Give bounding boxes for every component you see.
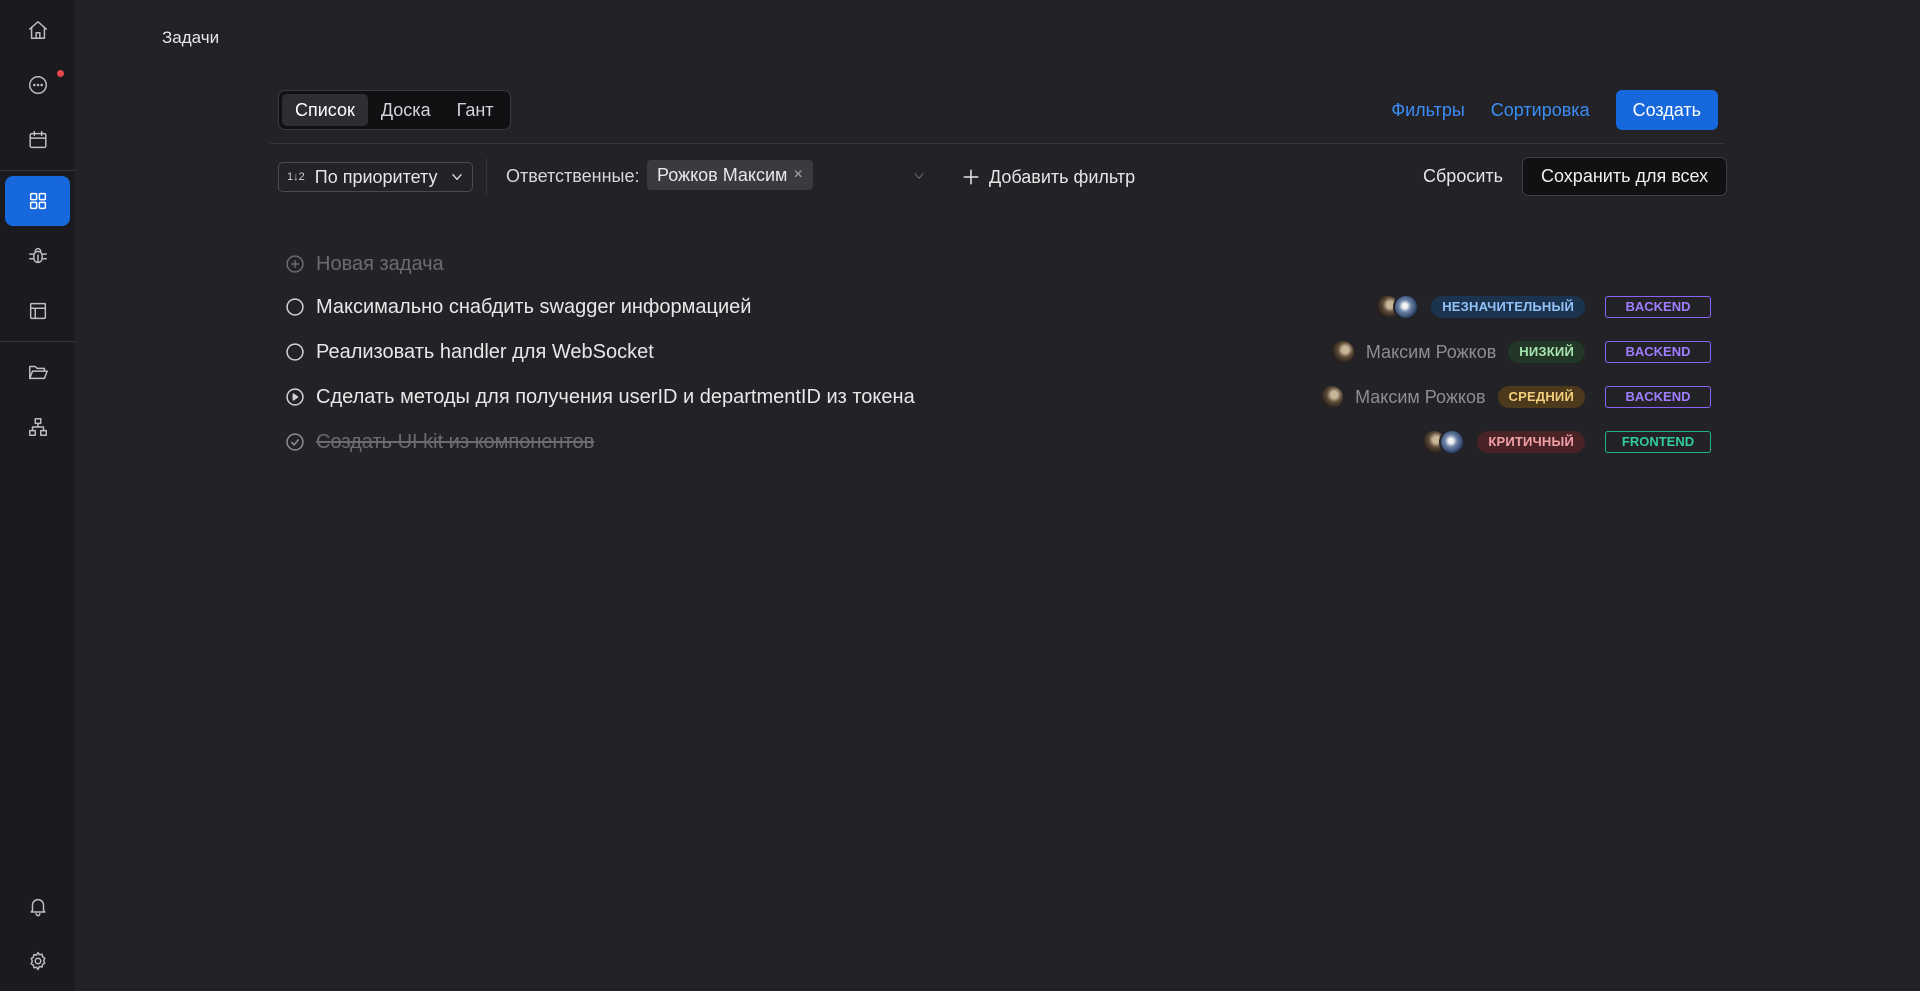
assignee-avatars <box>1329 339 1356 365</box>
sidebar-item-home[interactable] <box>5 5 70 55</box>
avatar <box>1329 339 1356 365</box>
close-icon[interactable]: × <box>793 160 802 190</box>
assignee-avatars <box>1375 294 1420 320</box>
play-circle-icon[interactable] <box>285 387 305 407</box>
chevron-down-icon[interactable] <box>912 169 926 183</box>
label-badge: FRONTEND <box>1605 431 1711 453</box>
tab-gantt[interactable]: Гант <box>444 94 507 126</box>
assignee-avatars <box>1319 384 1346 410</box>
priority-badge: КРИТИЧНЫЙ <box>1477 431 1585 453</box>
sidebar-item-settings[interactable] <box>5 936 70 986</box>
sort-order-icon: 1↓2 <box>287 170 305 183</box>
task-meta: КРИТИЧНЫЙ FRONTEND <box>1421 429 1711 455</box>
new-task-row[interactable]: Новая задача <box>285 246 1711 282</box>
sidebar-item-calendar[interactable] <box>5 115 70 165</box>
layout-icon <box>29 302 46 320</box>
org-chart-icon <box>28 418 47 436</box>
toolbar-divider <box>270 143 1724 144</box>
sort-select-value: По приоритету <box>314 166 438 187</box>
sort-button[interactable]: Сортировка <box>1491 100 1590 121</box>
task-row[interactable]: Сделать методы для получения userID и de… <box>285 379 1711 415</box>
filters-button[interactable]: Фильтры <box>1391 100 1464 121</box>
task-meta: Максим Рожков НИЗКИЙ BACKEND <box>1329 339 1711 365</box>
chevron-down-icon <box>452 174 462 180</box>
task-meta: НЕЗНАЧИТЕЛЬНЫЙ BACKEND <box>1375 294 1711 320</box>
tab-board[interactable]: Доска <box>368 94 444 126</box>
save-for-all-button[interactable]: Сохранить для всех <box>1522 157 1728 196</box>
filter-divider <box>486 158 487 196</box>
bug-icon <box>28 248 47 264</box>
sidebar-item-messages[interactable] <box>5 60 70 110</box>
sidebar-item-structure[interactable] <box>5 402 70 452</box>
add-filter-label: Добавить фильтр <box>989 166 1136 187</box>
priority-badge: НИЗКИЙ <box>1508 341 1585 363</box>
sidebar-divider <box>0 341 75 342</box>
add-filter-button[interactable]: Добавить фильтр <box>962 163 1135 191</box>
plus-circle-icon <box>286 255 304 273</box>
new-task-placeholder: Новая задача <box>316 252 444 275</box>
avatar <box>1319 384 1346 410</box>
toolbar-actions: Фильтры Сортировка Создать <box>1391 90 1718 130</box>
task-title[interactable]: Сделать методы для получения userID и de… <box>316 386 915 409</box>
tab-list[interactable]: Список <box>282 94 368 126</box>
view-tabs: Список Доска Гант <box>278 90 511 130</box>
label-badge: BACKEND <box>1605 386 1711 408</box>
assignee-name: Максим Рожков <box>1355 386 1486 407</box>
sidebar-item-files[interactable] <box>5 347 70 397</box>
task-title[interactable]: Максимально снабдить swagger информацией <box>316 296 751 319</box>
sidebar-item-layout[interactable] <box>5 286 70 336</box>
sidebar-divider <box>0 170 75 171</box>
circle-icon[interactable] <box>285 297 305 317</box>
avatar <box>1393 294 1420 320</box>
assignee-filter-tag-label: Рожков Максим <box>657 165 788 185</box>
task-title[interactable]: Реализовать handler для WebSocket <box>316 341 654 364</box>
label-badge: BACKEND <box>1605 296 1711 318</box>
sidebar-item-bugs[interactable] <box>5 231 70 281</box>
calendar-icon <box>28 131 47 149</box>
assignee-filter-tag: Рожков Максим × <box>647 160 813 190</box>
priority-badge: СРЕДНИЙ <box>1497 386 1585 408</box>
check-circle-icon[interactable] <box>285 432 305 452</box>
sidebar-item-notifications[interactable] <box>5 881 70 931</box>
chat-icon <box>28 76 47 94</box>
task-meta: Максим Рожков СРЕДНИЙ BACKEND <box>1319 384 1711 410</box>
task-title[interactable]: Создать UI kit из компонентов <box>316 431 594 454</box>
task-row[interactable]: Максимально снабдить swagger информацией… <box>285 289 1711 325</box>
label-badge: BACKEND <box>1605 341 1711 363</box>
sidebar <box>0 0 75 991</box>
avatar <box>1439 429 1466 455</box>
sort-select[interactable]: 1↓2 По приоритету <box>278 162 473 192</box>
page-title: Задачи <box>162 28 220 47</box>
notification-dot <box>57 70 64 77</box>
sidebar-item-tasks[interactable] <box>5 176 70 226</box>
plus-icon <box>963 169 979 185</box>
task-row[interactable]: Создать UI kit из компонентов КРИТИЧНЫЙ … <box>285 424 1711 460</box>
create-button[interactable]: Создать <box>1615 90 1718 130</box>
task-row[interactable]: Реализовать handler для WebSocket Максим… <box>285 334 1711 370</box>
folder-open-icon <box>28 365 48 380</box>
reset-button[interactable]: Сбросить <box>1423 166 1503 187</box>
gear-icon <box>29 951 46 971</box>
grid-icon <box>29 192 46 210</box>
home-icon <box>28 21 47 39</box>
assignees-label: Ответственные: <box>506 166 640 186</box>
assignee-name: Максим Рожков <box>1365 341 1497 362</box>
assignee-avatars <box>1421 429 1466 455</box>
circle-icon[interactable] <box>285 342 305 362</box>
bell-icon <box>29 898 46 917</box>
priority-badge: НЕЗНАЧИТЕЛЬНЫЙ <box>1431 296 1585 318</box>
